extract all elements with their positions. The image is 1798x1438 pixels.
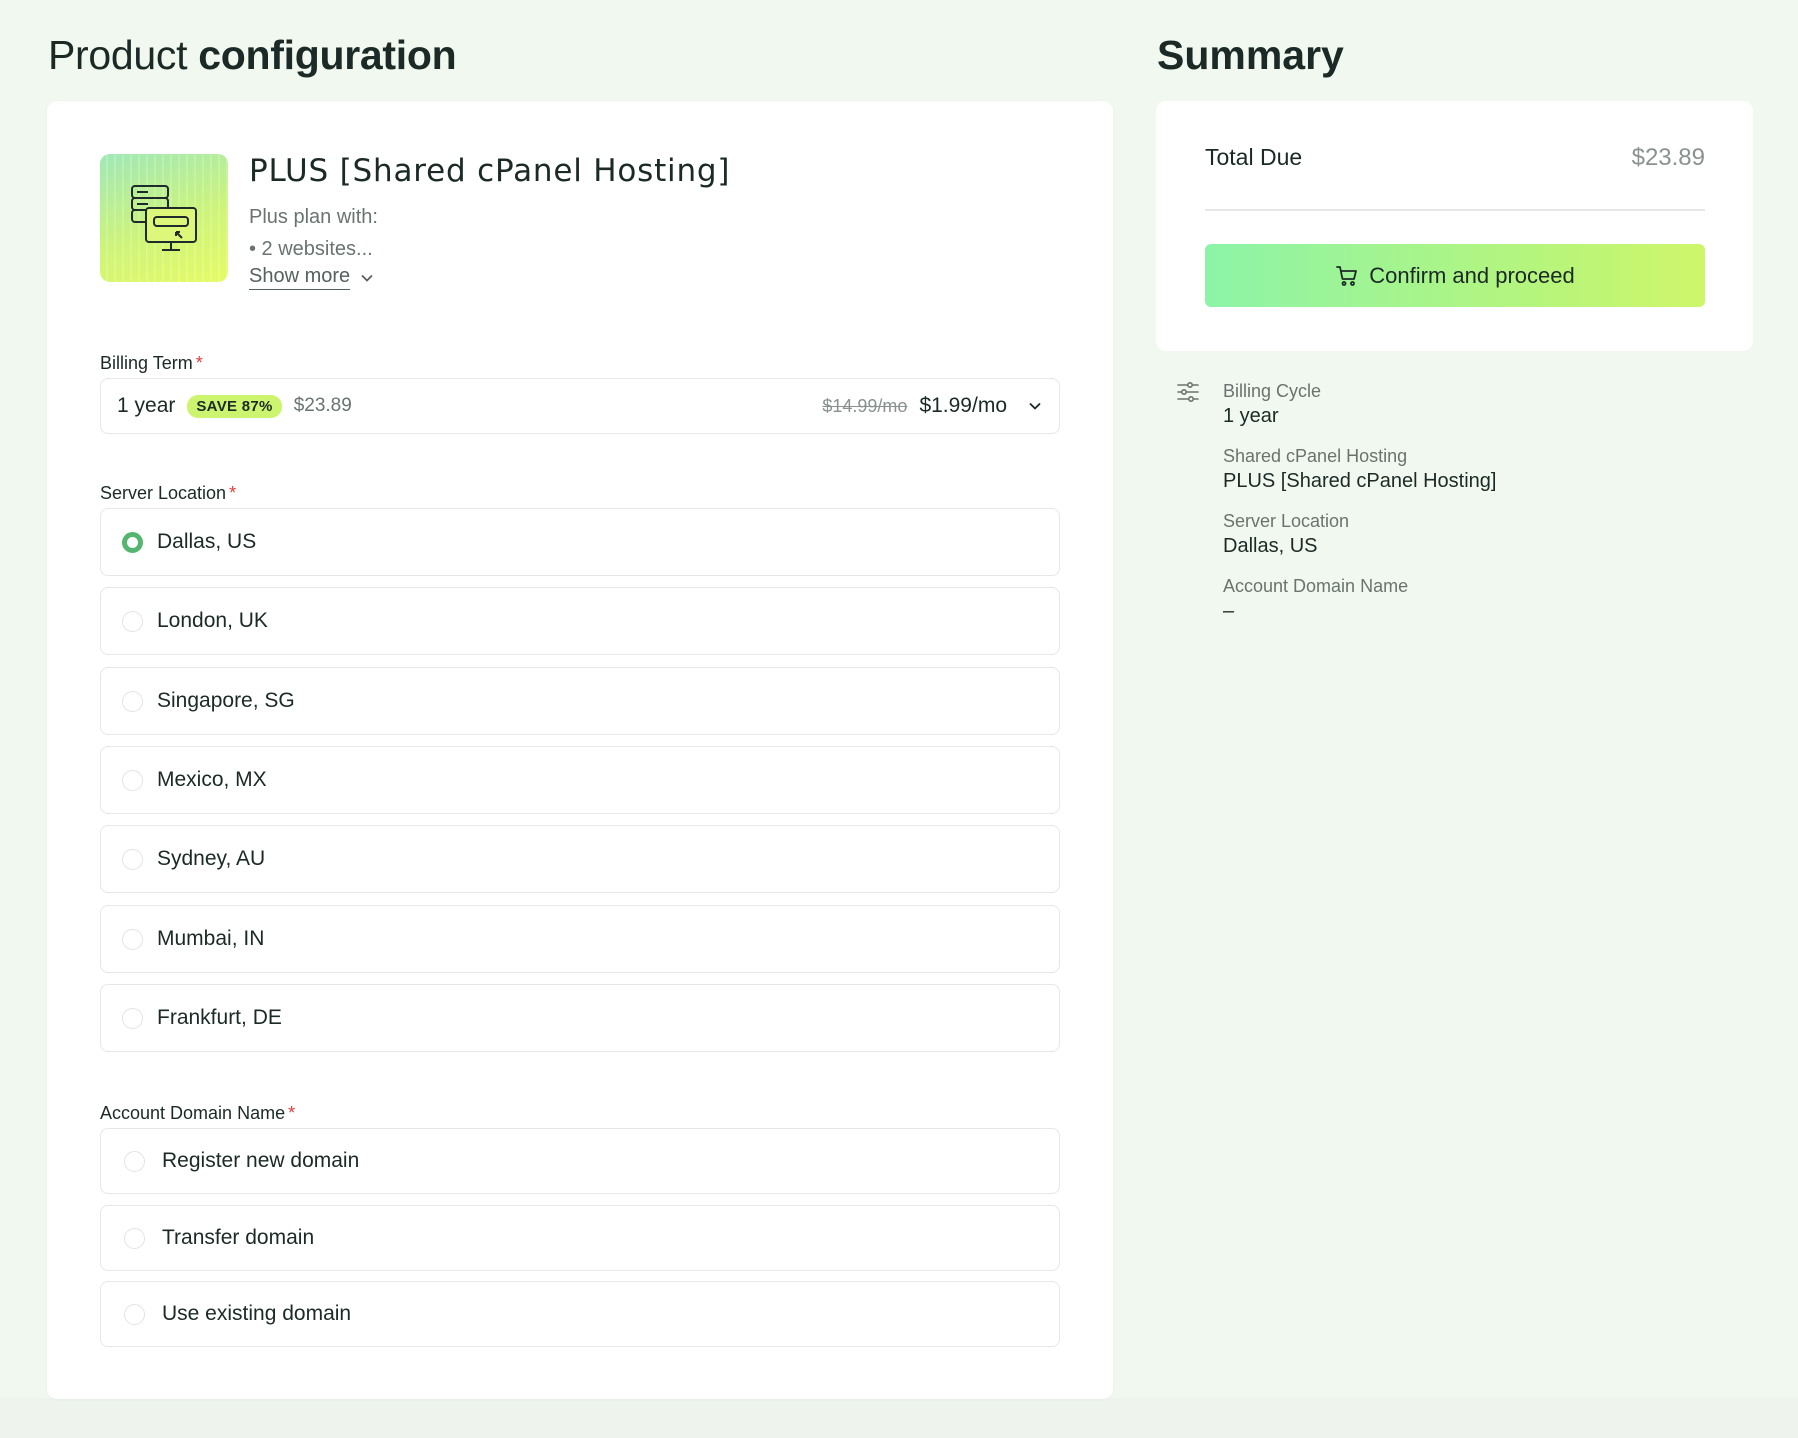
total-due-label: Total Due bbox=[1205, 144, 1303, 170]
summary-item-product: Shared cPanel Hosting PLUS [Shared cPane… bbox=[1223, 444, 1497, 494]
summary-item-key: Billing Cycle bbox=[1223, 381, 1322, 401]
location-option-label: Sydney, AU bbox=[157, 847, 266, 870]
location-option-label: Dallas, US bbox=[157, 530, 257, 553]
location-option-frankfurt[interactable]: Frankfurt, DE bbox=[100, 984, 1060, 1052]
domain-option-label: Transfer domain bbox=[162, 1226, 315, 1249]
radio-button[interactable] bbox=[124, 1227, 145, 1249]
domain-name-label: Account Domain Name * bbox=[100, 1103, 296, 1123]
summary-item-key: Server Location bbox=[1223, 511, 1350, 531]
radio-button[interactable] bbox=[122, 769, 143, 791]
summary-card: Total Due $23.89 Confirm and proceed bbox=[1156, 101, 1753, 351]
show-more-link[interactable]: Show more bbox=[249, 265, 374, 290]
location-option-london[interactable]: London, UK bbox=[100, 587, 1060, 655]
summary-details: Billing Cycle 1 year Shared cPanel Hosti… bbox=[1223, 379, 1497, 639]
billing-term-label: Billing Term * bbox=[100, 353, 203, 373]
product-description: Plus plan with: • 2 websites... bbox=[249, 201, 378, 265]
summary-item-server-location: Server Location Dallas, US bbox=[1223, 509, 1497, 559]
radio-button[interactable] bbox=[122, 928, 143, 950]
sliders-icon bbox=[1177, 381, 1199, 402]
divider bbox=[1205, 209, 1705, 211]
radio-button[interactable] bbox=[122, 1007, 143, 1029]
chevron-down-icon bbox=[361, 274, 373, 282]
cart-icon bbox=[1336, 265, 1358, 286]
radio-button[interactable] bbox=[122, 531, 143, 553]
location-option-label: Frankfurt, DE bbox=[157, 1006, 282, 1029]
location-option-sydney[interactable]: Sydney, AU bbox=[100, 825, 1060, 893]
location-option-label: London, UK bbox=[157, 609, 268, 632]
domain-option-label: Register new domain bbox=[162, 1149, 360, 1172]
location-option-singapore[interactable]: Singapore, SG bbox=[100, 667, 1060, 735]
page-bottom-strip bbox=[0, 1398, 1798, 1438]
radio-button[interactable] bbox=[124, 1303, 145, 1325]
summary-item-key: Shared cPanel Hosting bbox=[1223, 446, 1408, 466]
location-option-label: Mexico, MX bbox=[157, 768, 267, 791]
domain-option-transfer[interactable]: Transfer domain bbox=[100, 1205, 1060, 1271]
chevron-down-icon bbox=[1029, 402, 1041, 410]
radio-button[interactable] bbox=[124, 1150, 145, 1172]
discounted-price: $1.99/mo bbox=[919, 394, 1007, 417]
domain-option-existing[interactable]: Use existing domain bbox=[100, 1281, 1060, 1347]
hosting-monitor-icon bbox=[131, 185, 197, 251]
original-price: $14.99/mo bbox=[822, 395, 908, 416]
radio-button[interactable] bbox=[122, 848, 143, 870]
total-due-value: $23.89 bbox=[1631, 144, 1705, 171]
summary-item-value: Dallas, US bbox=[1223, 535, 1318, 557]
savings-badge: SAVE 87% bbox=[187, 394, 282, 418]
summary-item-domain: Account Domain Name – bbox=[1223, 574, 1497, 624]
billing-term-total: $23.89 bbox=[293, 395, 352, 416]
summary-item-billing-cycle: Billing Cycle 1 year bbox=[1223, 379, 1497, 429]
product-description-line: Plus plan with: bbox=[249, 206, 378, 228]
radio-button[interactable] bbox=[122, 690, 143, 712]
product-name: PLUS [Shared cPanel Hosting] bbox=[249, 153, 731, 189]
product-description-line: • 2 websites... bbox=[249, 238, 373, 260]
summary-item-key: Account Domain Name bbox=[1223, 576, 1409, 596]
summary-item-value: 1 year bbox=[1223, 405, 1279, 427]
summary-title: Summary bbox=[1157, 32, 1344, 78]
product-image bbox=[100, 154, 228, 282]
location-option-dallas[interactable]: Dallas, US bbox=[100, 508, 1060, 576]
location-option-label: Mumbai, IN bbox=[157, 927, 265, 950]
server-location-label: Server Location * bbox=[100, 483, 237, 503]
billing-term-select[interactable]: 1 year SAVE 87% $23.89 $14.99/mo $1.99/m… bbox=[100, 378, 1060, 434]
page-title: Product configuration bbox=[48, 32, 457, 78]
summary-item-value: – bbox=[1223, 600, 1235, 622]
confirm-and-proceed-button[interactable]: Confirm and proceed bbox=[1205, 244, 1705, 307]
domain-option-label: Use existing domain bbox=[162, 1302, 352, 1325]
location-option-mumbai[interactable]: Mumbai, IN bbox=[100, 905, 1060, 973]
configuration-card: PLUS [Shared cPanel Hosting] Plus plan w… bbox=[47, 101, 1113, 1399]
billing-term-value: 1 year bbox=[117, 394, 176, 417]
show-more-label: Show more bbox=[249, 265, 351, 290]
radio-button[interactable] bbox=[122, 610, 143, 632]
location-option-label: Singapore, SG bbox=[157, 689, 295, 712]
summary-item-value: PLUS [Shared cPanel Hosting] bbox=[1223, 470, 1497, 492]
confirm-button-label: Confirm and proceed bbox=[1369, 262, 1575, 288]
location-option-mexico[interactable]: Mexico, MX bbox=[100, 746, 1060, 814]
domain-option-register[interactable]: Register new domain bbox=[100, 1128, 1060, 1194]
